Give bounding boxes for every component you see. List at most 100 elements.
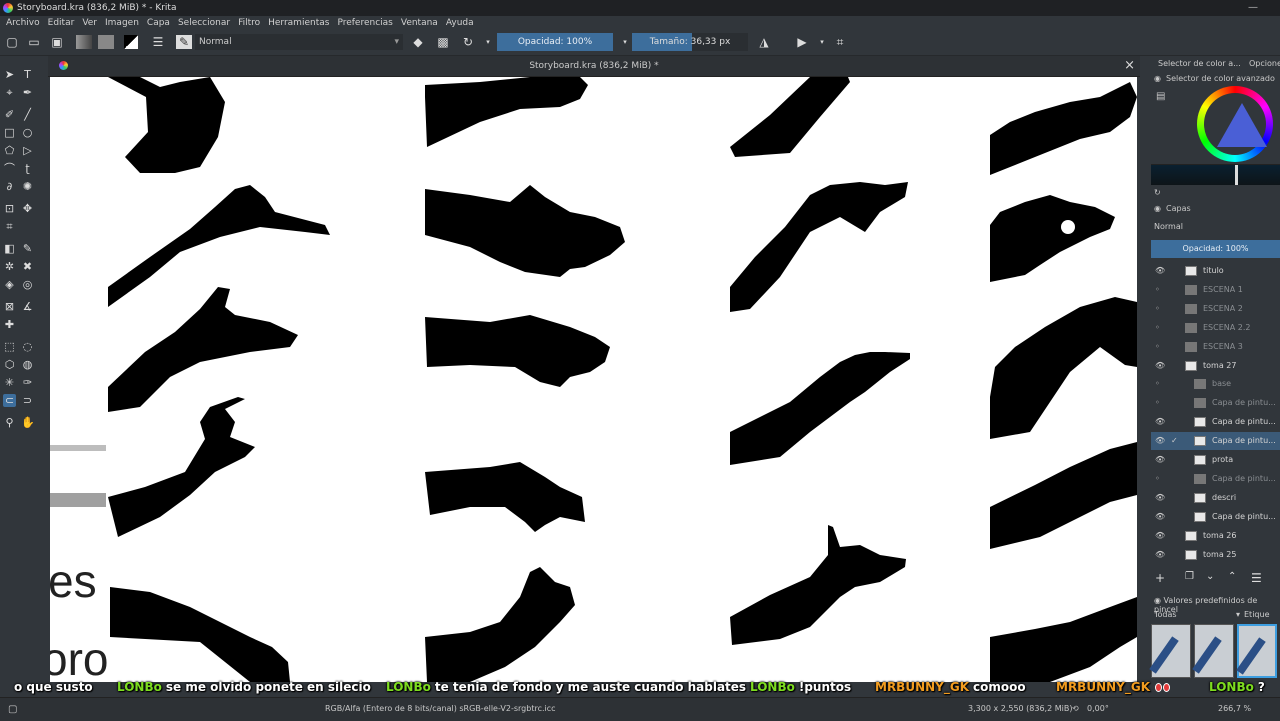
enclose-fill-icon[interactable]: ◎ [21,278,34,291]
gradient-icon[interactable] [76,35,92,49]
contiguous-select-icon[interactable]: ✳ [3,376,16,389]
polygon-select-icon[interactable]: ⬡ [3,358,16,371]
brush-preset-selected[interactable] [1236,624,1277,678]
zoom-tool-icon[interactable]: ⚲ [3,416,16,429]
polygon-tool-icon[interactable]: ⬠ [3,144,16,157]
layers-opacity-slider[interactable]: Opacidad: 100% [1151,240,1280,258]
color-swap-icon[interactable] [124,35,138,49]
canvas[interactable]: es oro [50,77,1137,682]
menu-archivo[interactable]: Archivo [6,18,40,28]
blend-mode-select[interactable]: Normal ▾ [195,34,403,50]
layer-row[interactable]: 👁 titulo [1151,262,1280,280]
open-folder-icon[interactable]: ▭ [27,35,41,49]
menu-editar[interactable]: Editar [48,18,75,28]
reload-icon[interactable]: ↻ [461,35,475,49]
pattern-icon[interactable] [98,35,114,49]
menu-capa[interactable]: Capa [147,18,170,28]
refresh-icon[interactable]: ↻ [1154,188,1161,197]
move-tool-icon[interactable]: ✥ [21,202,34,215]
ellipse-tool-icon[interactable]: ○ [21,126,34,139]
layer-row[interactable]: ◦ ESCENA 1 [1151,281,1280,299]
layer-row[interactable]: ◦ ESCENA 2.2 [1151,319,1280,337]
move-down-icon[interactable]: ⌄ [1206,571,1214,582]
ellipse-select-icon[interactable]: ◌ [21,340,34,353]
new-document-icon[interactable]: ▢ [5,35,19,49]
save-icon[interactable]: ▣ [50,35,64,49]
rotation-icon[interactable]: ⟲ [1072,704,1079,713]
opacity-slider[interactable]: Opacidad: 100% [497,33,613,51]
freehand-path-icon[interactable]: ʈ [21,162,34,175]
mirror-horizontal-icon[interactable]: ◮ [757,35,771,49]
layer-menu-icon[interactable]: ☰ [1251,571,1262,585]
pan-tool-icon[interactable]: ✋ [21,416,35,429]
layer-row[interactable]: 👁 toma 26 [1151,527,1280,545]
color-history-strip[interactable] [1151,164,1280,185]
text-tool-icon[interactable]: T [21,68,34,81]
eye-icon[interactable]: 👁 [1155,489,1165,507]
calligraphy-icon[interactable]: ✒ [21,86,34,99]
layer-row[interactable]: 👁 Capa de pintu... [1151,508,1280,526]
chevron-down-icon[interactable]: ▾ [618,35,632,49]
eraser-icon[interactable]: ◆ [411,35,425,49]
line-tool-icon[interactable]: ╱ [21,108,34,121]
close-icon[interactable]: × [1124,58,1135,73]
eye-icon[interactable]: 👁 [1155,508,1165,526]
layer-row[interactable]: ◦ Capa de pintu... [1151,394,1280,412]
eye-icon[interactable]: 👁 [1155,527,1165,545]
layer-row[interactable]: 👁 Capa de pintu... [1151,413,1280,431]
eye-icon[interactable]: 👁 [1155,451,1165,469]
menu-ayuda[interactable]: Ayuda [446,18,474,28]
brush-preset[interactable] [1149,624,1191,678]
similar-select-icon[interactable]: ✑ [21,376,34,389]
eye-closed-icon[interactable]: ◦ [1155,319,1165,337]
layer-row[interactable]: 👁 toma 27 [1151,357,1280,375]
polyline-tool-icon[interactable]: ▷ [21,144,34,157]
brush-preset[interactable] [1192,624,1234,678]
layer-row[interactable]: 👁 descri [1151,489,1280,507]
chevron-down-icon[interactable]: ▾ [481,35,495,49]
layer-row[interactable]: ◦ ESCENA 2 [1151,300,1280,318]
eye-closed-icon[interactable]: ◦ [1155,470,1165,488]
colorize-mask-icon[interactable]: ✖ [21,260,34,273]
size-slider[interactable]: Tamaño: 36,33 px [632,33,748,51]
crop-tool-icon[interactable]: ⌗ [3,220,16,233]
eye-icon[interactable]: 👁 [1155,546,1165,564]
layer-row[interactable]: ◦ base [1151,375,1280,393]
eye-closed-icon[interactable]: ◦ [1155,300,1165,318]
assistant-tool-icon[interactable]: ⊠ [3,300,16,313]
panel-toggle-icon[interactable]: ◉ [1154,74,1161,83]
select-shapes-icon[interactable]: ➤ [3,68,16,81]
minimize-icon[interactable]: — [1248,2,1258,13]
duplicate-layer-icon[interactable]: ❐ [1185,571,1194,582]
brush-tool-icon[interactable]: ✐ [3,108,16,121]
menu-ventana[interactable]: Ventana [401,18,438,28]
rectangle-tool-icon[interactable]: □ [3,126,16,139]
eye-closed-icon[interactable]: ◦ [1155,394,1165,412]
status-toggle-icon[interactable]: ▢ [8,704,17,715]
dynamic-brush-icon[interactable]: ∂ [3,180,16,193]
color-wheel[interactable] [1197,86,1273,162]
bezier-select-icon[interactable]: ⊂ [3,394,16,407]
menu-herramientas[interactable]: Herramientas [268,18,329,28]
fill-tool-icon[interactable]: ◈ [3,278,16,291]
layers-blend-mode[interactable]: Normal [1154,222,1183,231]
gradient-tool-icon[interactable]: ◧ [3,242,16,255]
alpha-lock-icon[interactable]: ▩ [436,35,450,49]
document-tab[interactable]: Storyboard.kra (836,2 MiB) * × [48,56,1140,77]
color-picker-icon[interactable]: ✎ [21,242,34,255]
layer-row[interactable]: 👁 ✓ Capa de pintu... [1151,432,1280,451]
eye-icon[interactable]: 👁 [1155,357,1165,375]
reference-tool-icon[interactable]: ✚ [3,318,16,331]
rect-select-icon[interactable]: ⬚ [3,340,16,353]
magnetic-select-icon[interactable]: ⊃ [21,394,34,407]
layer-row[interactable]: 👁 prota [1151,451,1280,469]
layer-row[interactable]: ◦ Capa de pintu... [1151,470,1280,488]
tab-color-selector[interactable]: Selector de color a... [1158,59,1241,68]
edit-shapes-icon[interactable]: ⌖ [3,86,16,99]
transform-tool-icon[interactable]: ⊡ [3,202,16,215]
menu-filtro[interactable]: Filtro [238,18,260,28]
panel-toggle-icon[interactable]: ◉ [1154,596,1164,605]
menu-ver[interactable]: Ver [82,18,97,28]
layer-row[interactable]: ◦ ESCENA 3 [1151,338,1280,356]
menu-imagen[interactable]: Imagen [105,18,139,28]
